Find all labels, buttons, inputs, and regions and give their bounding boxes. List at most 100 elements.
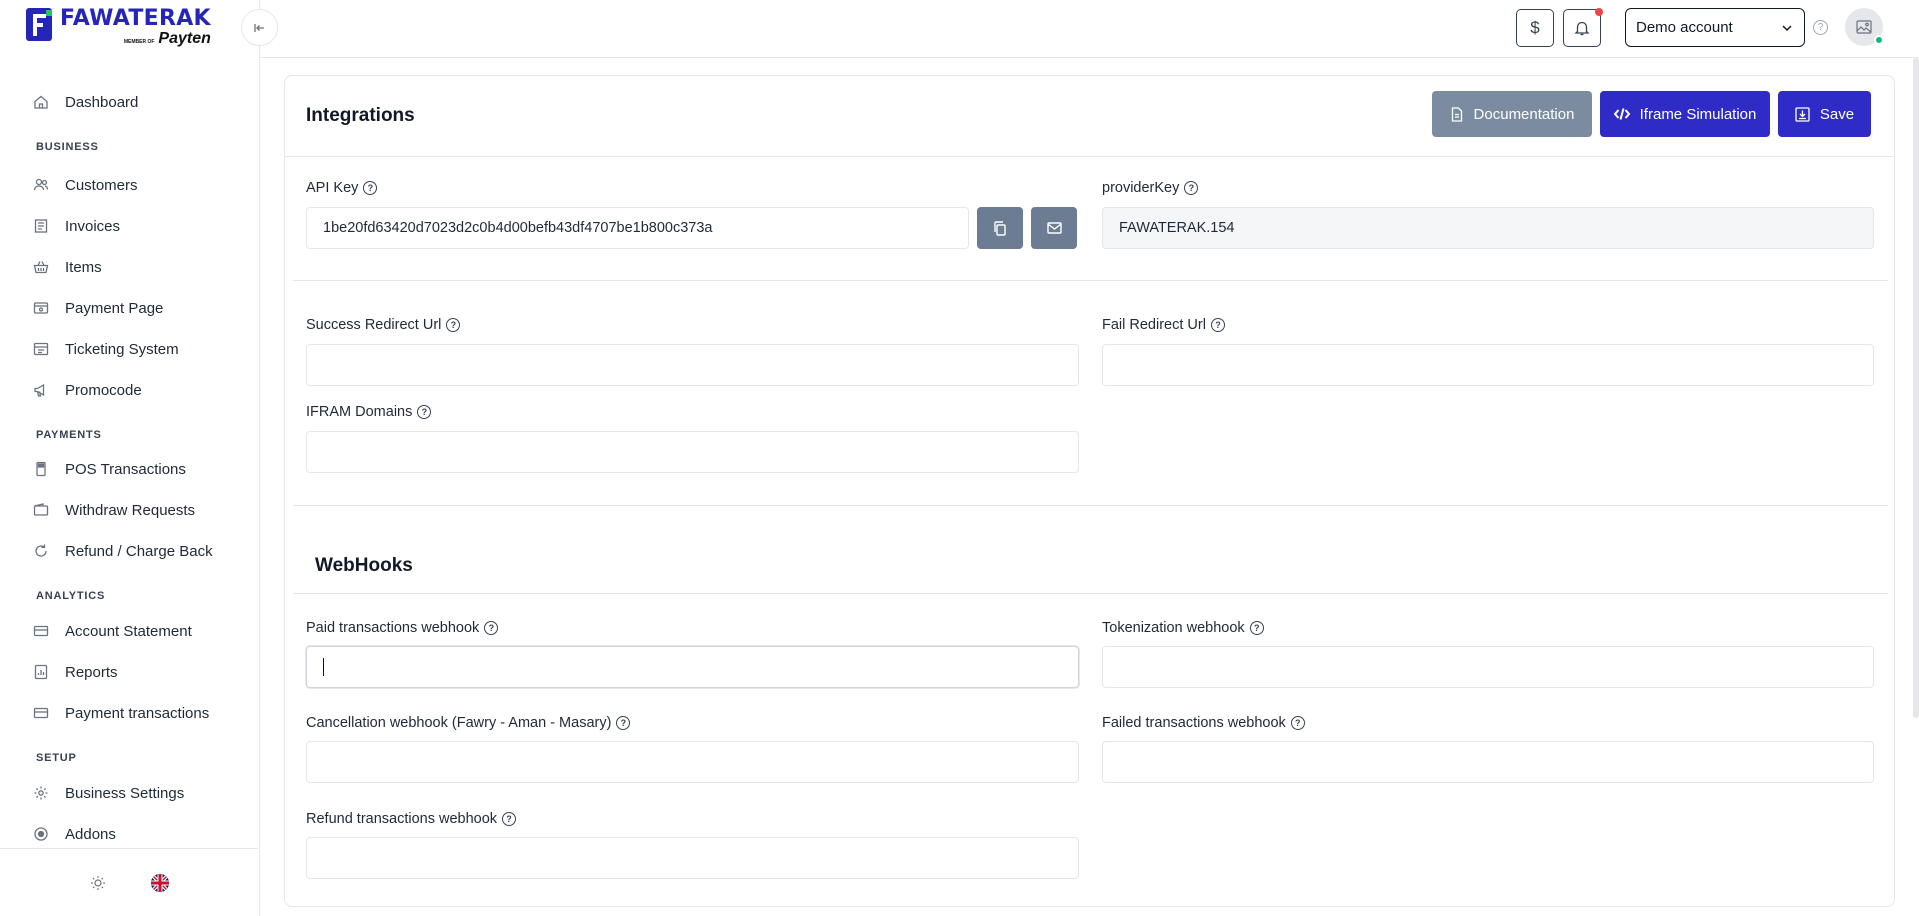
code-icon — [1613, 108, 1630, 120]
api-key-label-text: API Key — [306, 180, 359, 196]
online-status-dot — [1874, 35, 1884, 45]
currency-button[interactable]: $ — [1516, 9, 1554, 47]
sidebar-item-label: Addons — [65, 825, 116, 843]
sidebar-item-payment-page[interactable]: Payment Page — [32, 296, 242, 320]
envelope-icon — [1046, 222, 1062, 234]
webhooks-title: WebHooks — [315, 555, 413, 576]
sidebar-item-label: Invoices — [65, 217, 121, 235]
account-select-value: Demo account — [1636, 19, 1733, 36]
iframe-simulation-label: Iframe Simulation — [1639, 105, 1757, 123]
cancellation-webhook-label: Cancellation webhook (Fawry - Aman - Mas… — [306, 715, 631, 731]
notification-dot — [1595, 8, 1603, 16]
ticket-icon — [32, 340, 50, 358]
email-api-key-button[interactable] — [1031, 207, 1077, 249]
account-select[interactable]: Demo account — [1625, 8, 1805, 47]
sidebar-item-business-settings[interactable]: Business Settings — [32, 781, 242, 805]
iframe-simulation-button[interactable]: Iframe Simulation — [1600, 91, 1770, 137]
theme-toggle-sun-icon[interactable] — [89, 874, 107, 892]
iframe-domains-label-text: IFRAM Domains — [306, 404, 413, 420]
paid-webhook-label-text: Paid transactions webhook — [306, 620, 480, 636]
cancellation-webhook-input[interactable] — [306, 741, 1079, 783]
report-icon — [32, 663, 50, 681]
api-key-value: 1be20fd63420d7023d2c0b4d00befb43df4707be… — [323, 220, 713, 236]
basket-icon — [32, 258, 50, 276]
sidebar-item-payment-transactions[interactable]: Payment transactions — [32, 701, 242, 725]
chevron-down-icon — [1782, 24, 1792, 31]
copy-icon — [994, 220, 1006, 236]
sidebar-item-label: Ticketing System — [65, 340, 179, 358]
refund-webhook-input[interactable] — [306, 837, 1079, 879]
sidebar-item-dashboard[interactable]: Dashboard — [32, 90, 242, 114]
collapse-sidebar-button[interactable] — [241, 9, 278, 46]
paid-webhook-input[interactable] — [306, 646, 1079, 688]
documentation-label: Documentation — [1473, 105, 1575, 123]
sidebar-item-withdraw-requests[interactable]: Withdraw Requests — [32, 498, 242, 522]
sidebar-item-label: Payment Page — [65, 299, 164, 317]
sidebar-item-addons[interactable]: Addons — [32, 822, 242, 844]
fail-redirect-label-text: Fail Redirect Url — [1102, 317, 1206, 333]
tokenization-webhook-input[interactable] — [1102, 646, 1874, 688]
main-content: Integrations Documentation Iframe Simula… — [260, 58, 1919, 916]
sidebar-item-items[interactable]: Items — [32, 255, 242, 279]
avatar[interactable] — [1845, 8, 1884, 46]
section-divider — [293, 505, 1888, 506]
save-label: Save — [1819, 105, 1855, 123]
sidebar-item-label: Items — [65, 258, 102, 276]
sidebar-item-promocode[interactable]: Promocode — [32, 378, 242, 402]
provider-key-field[interactable]: FAWATERAK.154 — [1102, 207, 1874, 249]
iframe-domains-input[interactable] — [306, 431, 1079, 473]
help-icon[interactable]: ? — [363, 181, 378, 195]
sidebar-item-customers[interactable]: Customers — [32, 173, 242, 197]
sidebar-footer — [0, 848, 258, 916]
nav-section-setup: SETUP — [36, 752, 77, 764]
text-cursor — [323, 658, 324, 676]
sidebar-item-label: Customers — [65, 176, 138, 194]
notifications-button[interactable] — [1563, 8, 1603, 47]
help-icon[interactable]: ? — [1813, 20, 1828, 35]
failed-webhook-label-text: Failed transactions webhook — [1102, 715, 1286, 731]
help-icon[interactable]: ? — [484, 621, 499, 635]
sidebar-item-label: Payment transactions — [65, 704, 210, 722]
sidebar-item-pos-transactions[interactable]: POS Transactions — [32, 457, 242, 481]
help-icon[interactable]: ? — [616, 716, 631, 730]
fail-redirect-input[interactable] — [1102, 344, 1874, 386]
failed-webhook-input[interactable] — [1102, 741, 1874, 783]
sidebar-item-reports[interactable]: Reports — [32, 660, 242, 684]
bell-icon — [1574, 21, 1590, 36]
sidebar-item-account-statement[interactable]: Account Statement — [32, 619, 242, 643]
card-icon — [32, 704, 50, 722]
sidebar-item-label: Withdraw Requests — [65, 501, 196, 519]
success-redirect-label-text: Success Redirect Url — [306, 317, 442, 333]
provider-key-label-text: providerKey — [1102, 180, 1180, 196]
help-icon[interactable]: ? — [1290, 716, 1305, 730]
help-icon[interactable]: ? — [1184, 181, 1199, 195]
help-icon[interactable]: ? — [446, 318, 461, 332]
refresh-icon — [32, 542, 50, 560]
copy-api-key-button[interactable] — [977, 207, 1023, 249]
dollar-icon: $ — [1530, 18, 1540, 37]
api-key-field[interactable]: 1be20fd63420d7023d2c0b4d00befb43df4707be… — [306, 207, 969, 249]
sidebar-item-ticketing-system[interactable]: Ticketing System — [32, 337, 242, 361]
iframe-domains-label: IFRAM Domains ? — [306, 404, 432, 420]
success-redirect-input[interactable] — [306, 344, 1079, 386]
nav-section-analytics: ANALYTICS — [36, 590, 106, 602]
fawaterak-logo[interactable]: FAWATERAK MEMBER OF Payten — [26, 6, 211, 52]
help-icon[interactable]: ? — [1210, 318, 1225, 332]
sidebar-item-invoices[interactable]: Invoices — [32, 214, 242, 238]
success-redirect-label: Success Redirect Url ? — [306, 317, 461, 333]
page-scrollbar[interactable] — [1913, 58, 1919, 718]
help-icon[interactable]: ? — [502, 812, 517, 826]
help-icon[interactable]: ? — [1249, 621, 1264, 635]
pos-terminal-icon — [32, 460, 50, 478]
help-icon[interactable]: ? — [417, 405, 432, 419]
save-button[interactable]: Save — [1778, 91, 1871, 137]
refund-webhook-label: Refund transactions webhook ? — [306, 811, 517, 827]
sidebar-item-refund-charge-back[interactable]: Refund / Charge Back — [32, 539, 242, 563]
provider-key-label: providerKey ? — [1102, 180, 1199, 196]
nav-section-business: BUSINESS — [36, 141, 99, 153]
documentation-button[interactable]: Documentation — [1432, 91, 1592, 137]
failed-webhook-label: Failed transactions webhook ? — [1102, 715, 1305, 731]
api-key-label: API Key ? — [306, 180, 378, 196]
language-uk-flag-icon[interactable] — [151, 873, 169, 892]
top-header: $ Demo account ? — [260, 0, 1919, 58]
